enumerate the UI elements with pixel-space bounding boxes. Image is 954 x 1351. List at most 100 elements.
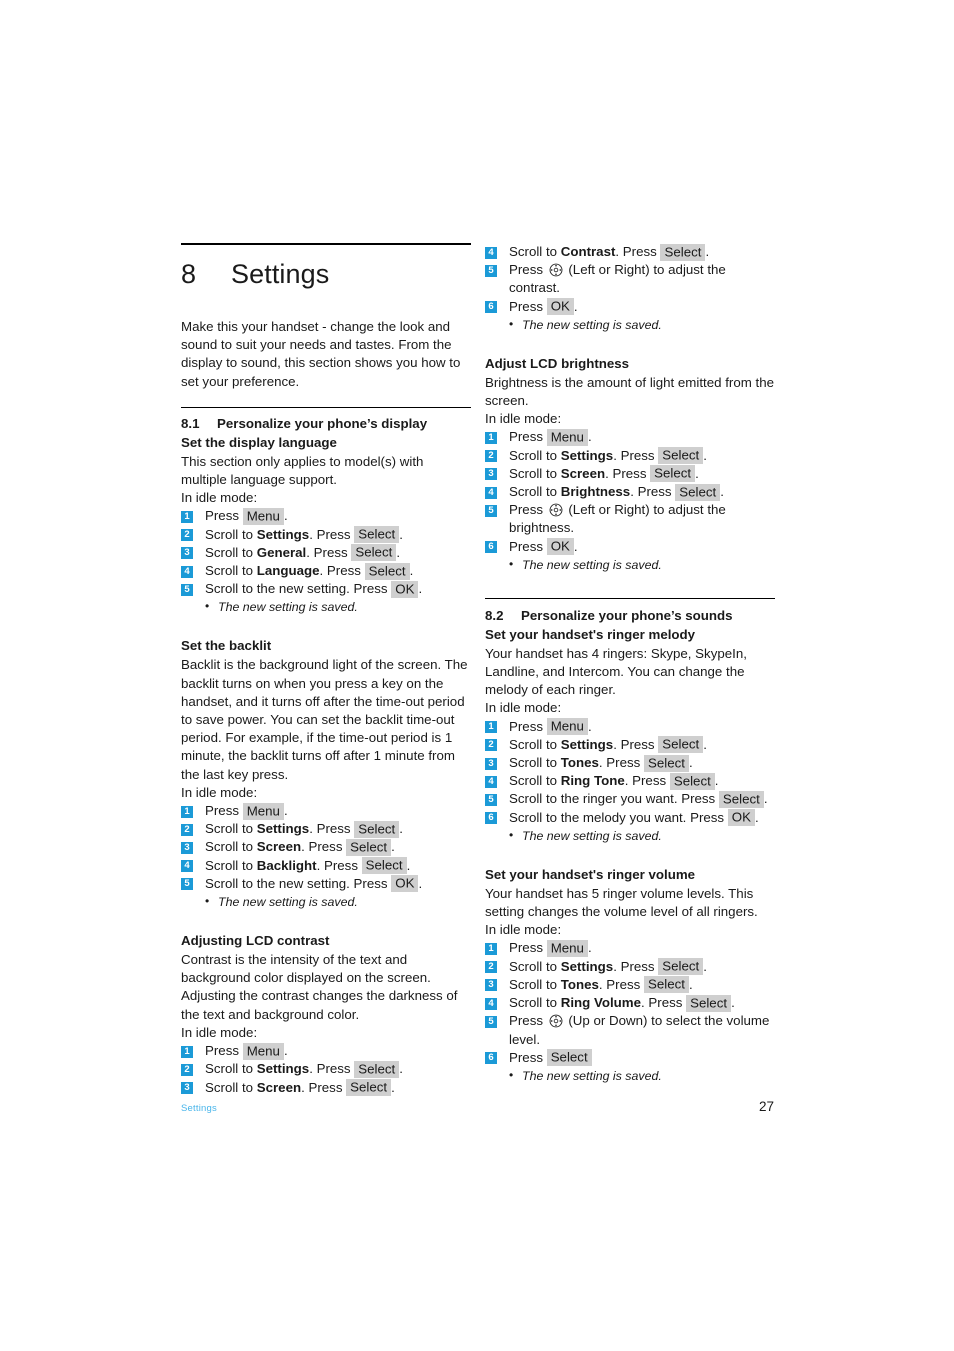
step-number-badge: 5 xyxy=(485,793,497,806)
step-item: 3 Scroll to Tones. Press Select. xyxy=(485,976,775,994)
softkey-label-menu: Menu xyxy=(546,718,588,736)
menu-item-name: Settings xyxy=(256,526,310,542)
step-number-badge: 3 xyxy=(181,1082,193,1094)
step-text: . xyxy=(688,976,693,992)
menu-item-name: Screen xyxy=(560,465,606,481)
step-text: . xyxy=(391,839,395,855)
heading-display-language: Set the display language xyxy=(181,434,337,450)
step-text: Press xyxy=(205,508,243,524)
idle-display-language: In idle mode: xyxy=(181,490,258,506)
step-text: . xyxy=(703,447,707,463)
menu-item-name: Tones xyxy=(560,755,599,771)
idle-ringer-volume: In idle mode: xyxy=(485,922,562,938)
step-text: Scroll to xyxy=(205,563,257,579)
softkey-label-select: Select xyxy=(546,1049,592,1067)
steps-ringer-melody: 1 Press Menu. 2 Scroll to Settings. Press S… xyxy=(485,718,775,827)
step-item: 5 Press (Left or Right) to adjust the con… xyxy=(485,261,775,297)
step-text: . Press xyxy=(624,773,670,789)
step-text: Scroll to xyxy=(205,544,257,560)
step-item: 5 Scroll to the new setting. Press OK. xyxy=(181,580,471,598)
step-number-badge: 2 xyxy=(485,961,497,974)
step-text: Scroll to xyxy=(509,465,561,481)
step-item: 3 Scroll to Tones. Press Select. xyxy=(485,754,775,772)
step-text: . Press xyxy=(615,244,661,259)
step-item: 5 Press (Up or Down) to select the volume… xyxy=(485,1012,775,1048)
step-number-badge: 4 xyxy=(485,997,497,1010)
step-number-badge: 1 xyxy=(485,942,497,955)
softkey-label-select: Select xyxy=(686,994,732,1012)
softkey-label-select: Select xyxy=(718,790,764,808)
step-text: Scroll to xyxy=(205,857,257,873)
section-81-rule xyxy=(181,406,471,408)
step-text: . Press xyxy=(309,526,355,542)
step-text: Scroll to xyxy=(205,1079,257,1095)
step-text: . Press xyxy=(319,563,365,579)
steps-contrast-right: 4 Scroll to Contrast. Press Select. 5 Press… xyxy=(485,243,775,316)
idle-contrast: In idle mode: xyxy=(181,1024,258,1040)
step-text: . xyxy=(418,875,423,891)
softkey-label-ok: OK xyxy=(391,875,419,893)
step-item: 1 Press Menu. xyxy=(181,802,471,820)
menu-item-name: Screen xyxy=(256,839,302,855)
step-text: . xyxy=(705,244,710,259)
idle-backlit: In idle mode: xyxy=(181,784,258,800)
step-number-badge: 5 xyxy=(485,504,497,517)
step-text: . xyxy=(391,1079,395,1095)
softkey-label-select: Select xyxy=(658,958,704,976)
section-81-title: Personalize your phone’s display xyxy=(217,415,428,431)
menu-item-name: Language xyxy=(256,563,320,579)
section-81-number: 8.1 xyxy=(181,415,200,431)
step-item: 6 Press OK. xyxy=(485,298,775,316)
step-text: Press xyxy=(509,502,547,518)
note-contrast: The new setting is saved. xyxy=(485,315,775,334)
heading-brightness: Adjust LCD brightness xyxy=(485,355,630,371)
step-text: . xyxy=(695,465,699,481)
step-number-badge: 5 xyxy=(485,1015,497,1028)
step-text: . xyxy=(406,857,411,873)
step-number-badge: 1 xyxy=(485,431,497,444)
heading-ringer-volume: Set your handset's ringer volume xyxy=(485,866,696,882)
right-column: 4 Scroll to Contrast. Press Select. 5 Press… xyxy=(485,243,775,1085)
softkey-label-menu: Menu xyxy=(242,1042,284,1060)
step-item: 1 Press Menu. xyxy=(485,939,775,957)
step-text: Press xyxy=(509,429,547,445)
note-display-language: The new setting is saved. xyxy=(181,597,471,616)
step-text: . xyxy=(409,563,414,579)
step-number-badge: 1 xyxy=(181,805,193,818)
step-item: 2 Scroll to Settings. Press Select. xyxy=(181,820,471,838)
step-number-badge: 4 xyxy=(485,486,497,499)
step-number-badge: 5 xyxy=(181,583,193,596)
softkey-label-select: Select xyxy=(650,465,696,483)
step-item: 4 Scroll to Language. Press Select. xyxy=(181,562,471,580)
softkey-label-select: Select xyxy=(354,820,400,838)
step-number-badge: 1 xyxy=(181,1045,193,1058)
step-text: Scroll to xyxy=(509,976,561,992)
step-number-badge: 3 xyxy=(485,757,497,770)
step-text: Scroll to xyxy=(509,995,561,1011)
step-text: . Press xyxy=(309,821,355,837)
heading-contrast: Adjusting LCD contrast xyxy=(181,933,330,949)
body-backlit: Backlit is the background light of the s… xyxy=(181,657,468,782)
left-column: 8 Settings Make this your handset - chan… xyxy=(181,243,471,1097)
note-text: The new setting is saved. xyxy=(509,1066,775,1085)
step-text: Press xyxy=(509,538,547,554)
step-item: 5 Press (Left or Right) to adjust the bri… xyxy=(485,501,775,537)
body-contrast: Contrast is the intensity of the text an… xyxy=(181,952,458,1022)
section-82-number: 8.2 xyxy=(485,607,504,623)
step-number-badge: 4 xyxy=(181,860,193,873)
menu-item-name: Backlight xyxy=(256,857,317,873)
section-82-rule xyxy=(485,597,775,599)
step-text: . xyxy=(399,821,403,837)
step-text: . xyxy=(573,538,578,554)
step-text: . xyxy=(720,484,724,500)
footer-page-number: 27 xyxy=(758,1099,774,1114)
step-text: . Press xyxy=(301,1079,347,1095)
note-ringer-melody: The new setting is saved. xyxy=(485,826,775,845)
step-text: . Press xyxy=(306,544,352,560)
step-text: . Press xyxy=(613,958,659,974)
footer-section-label: Settings xyxy=(181,1103,217,1114)
step-item: 5 Scroll to the ringer you want. Press Se… xyxy=(485,790,775,808)
menu-item-name: Settings xyxy=(560,447,614,463)
menu-item-name: Settings xyxy=(256,1061,310,1077)
softkey-label-select: Select xyxy=(361,857,407,875)
